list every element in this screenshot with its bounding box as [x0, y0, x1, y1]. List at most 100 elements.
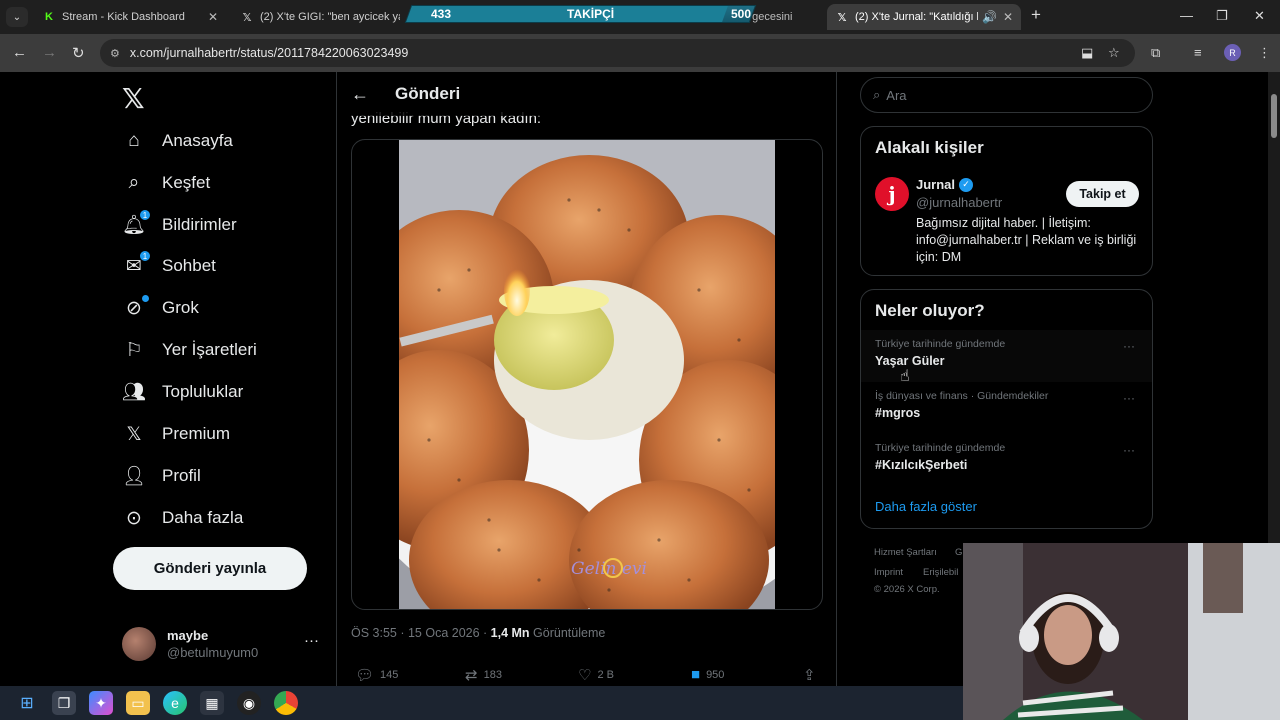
store-icon[interactable]: ▦: [200, 691, 224, 715]
bookmark-star-icon[interactable]: ☆: [1108, 45, 1120, 61]
bookmark-button[interactable]: ■ 950: [691, 666, 724, 683]
trend-context: İş dünyası ve finans · Gündemdekiler: [875, 390, 1049, 402]
sidebar-item-label: Daha fazla: [162, 508, 244, 527]
reply-count: 145: [380, 669, 399, 681]
more-icon[interactable]: ···: [1123, 391, 1135, 405]
reply-icon: 💬︎: [355, 667, 375, 684]
search-placeholder: Ara: [886, 87, 907, 103]
more-circle-icon: ⊙: [126, 507, 142, 529]
trends-card: Neler oluyor? Türkiye tarihinde gündemde…: [860, 289, 1153, 529]
follower-label: TAKİPÇİ: [567, 7, 615, 21]
footer-terms-link[interactable]: Hizmet Şartları: [874, 547, 937, 558]
related-account-name[interactable]: Jurnal ✓: [916, 177, 974, 192]
profile-avatar[interactable]: R: [1224, 44, 1241, 61]
sidebar-item-home[interactable]: ⌂ Anasayfa: [122, 123, 233, 159]
footer-imprint-link[interactable]: Imprint: [874, 567, 903, 578]
card-title: Alakalı kişiler: [875, 138, 984, 157]
avatar: [122, 627, 156, 661]
grok-dot: [142, 295, 149, 302]
heart-icon: ♡: [578, 667, 592, 684]
task-view-icon[interactable]: ❐: [52, 691, 76, 715]
more-icon[interactable]: ···: [1123, 443, 1135, 457]
trend-name: #mgros: [875, 406, 921, 420]
post-media[interactable]: Gelin evi: [351, 139, 823, 610]
tab-search-dropdown[interactable]: ⌄: [6, 7, 28, 27]
sidebar-item-profile[interactable]: 👤︎ Profil: [122, 458, 201, 494]
browser-tab-active[interactable]: 𝕏 (2) X'te Jurnal: "Katıldığı bir 🔊 ✕: [827, 4, 1021, 30]
chrome-icon[interactable]: [274, 691, 298, 715]
sidebar-item-chat[interactable]: ✉ 1 Sohbet: [122, 248, 216, 284]
extensions-icon[interactable]: ⧉: [1151, 45, 1160, 61]
x-icon: 𝕏: [837, 11, 847, 24]
new-tab-button[interactable]: +: [1031, 5, 1041, 25]
grok-icon: ⊘: [122, 295, 149, 320]
restore-icon[interactable]: ❐: [1216, 8, 1228, 24]
trend-context: Türkiye tarihinde gündemde: [875, 338, 1006, 350]
show-more-link[interactable]: Daha fazla göster: [875, 499, 977, 514]
sidebar-item-explore[interactable]: ⌕ Keşfet: [122, 165, 211, 201]
sidebar-item-premium[interactable]: 𝕏 Premium: [122, 416, 230, 452]
sidebar-item-notifications[interactable]: 🔔︎ 1 Bildirimler: [122, 207, 237, 243]
view-label: Görüntüleme: [529, 626, 606, 640]
back-arrow-icon[interactable]: ←: [351, 84, 369, 105]
obs-icon[interactable]: ◉: [237, 691, 261, 715]
back-icon[interactable]: ←: [12, 44, 27, 61]
browser-tab[interactable]: K Stream - Kick Dashboard ✕: [34, 4, 226, 30]
speaker-icon[interactable]: 🔊: [982, 10, 997, 24]
copilot-icon[interactable]: ✦: [89, 691, 113, 715]
close-window-icon[interactable]: ✕: [1254, 8, 1265, 24]
site-info-icon[interactable]: ⚙: [110, 47, 120, 60]
footer-link[interactable]: G: [955, 547, 962, 558]
follow-button[interactable]: Takip et: [1066, 181, 1139, 207]
sidebar-item-label: Anasayfa: [162, 131, 233, 150]
address-bar[interactable]: ⚙ x.com/jurnalhabertr/status/20117842200…: [100, 39, 1135, 67]
footer-accessibility-link[interactable]: Erişilebil: [923, 567, 958, 578]
search-icon: ⌕: [128, 172, 140, 193]
share-button[interactable]: ⇪: [803, 666, 822, 684]
minimize-icon[interactable]: —: [1180, 8, 1193, 23]
close-tab-icon[interactable]: ✕: [208, 10, 218, 24]
trend-name: Yaşar Güler: [875, 354, 945, 368]
account-name: Jurnal: [916, 177, 956, 192]
repost-button[interactable]: ⇄ 183: [465, 666, 502, 684]
forward-icon[interactable]: →: [42, 44, 57, 61]
sidebar-item-label: Profil: [162, 466, 201, 485]
search-input[interactable]: ⌕ Ara: [860, 77, 1153, 113]
sidebar-item-label: Keşfet: [162, 173, 211, 192]
file-explorer-icon[interactable]: ▭: [126, 691, 150, 715]
trend-name: #KızılcıkŞerbeti: [875, 458, 968, 472]
bookmark-icon: ⚐: [125, 339, 143, 361]
reload-icon[interactable]: ↻: [72, 44, 85, 62]
bookmark-count: 950: [706, 668, 725, 681]
like-button[interactable]: ♡ 2 B: [578, 666, 614, 684]
browser-tab-bar: ⌄ K Stream - Kick Dashboard ✕ 𝕏 (2) X'te…: [0, 0, 1280, 34]
sidebar-item-bookmarks[interactable]: ⚐ Yer İşaretleri: [122, 332, 256, 368]
avatar[interactable]: j: [875, 177, 909, 211]
menu-icon[interactable]: ⋮: [1258, 45, 1271, 61]
post-button[interactable]: Gönderi yayınla: [113, 547, 307, 590]
browser-tab[interactable]: 𝕏 (2) X'te GIGI: "ben aycicek yagı: [232, 4, 408, 30]
more-icon[interactable]: ···: [304, 632, 319, 649]
sidebar-item-more[interactable]: ⊙ Daha fazla: [122, 500, 243, 536]
sidebar-item-communities[interactable]: 👥︎ Topluluklar: [122, 374, 243, 410]
more-icon[interactable]: ···: [1123, 339, 1135, 353]
sidebar-item-grok[interactable]: ⊘ Grok: [122, 290, 199, 326]
account-switcher[interactable]: maybe @betulmuyum0 ···: [122, 626, 322, 666]
windows-start-icon[interactable]: ⊞: [15, 691, 39, 715]
related-account-bio: Bağımsız dijital haber. | İletişim: info…: [916, 216, 1137, 264]
trend-item[interactable]: Türkiye tarihinde gündemde #KızılcıkŞerb…: [861, 434, 1152, 486]
media-controls-icon[interactable]: ≡: [1194, 45, 1202, 60]
sidebar-item-label: Topluluklar: [162, 382, 244, 401]
install-app-icon[interactable]: ⬓: [1081, 45, 1093, 61]
communities-icon: 👥︎: [121, 382, 147, 403]
post-timestamp[interactable]: ÖS 3:55 · 15 Oca 2026 ·: [351, 626, 491, 640]
main-header: ← Gönderi: [337, 72, 836, 116]
edge-icon[interactable]: e: [163, 691, 187, 715]
x-logo-icon[interactable]: 𝕏: [122, 82, 145, 115]
verified-badge-icon: ✓: [959, 177, 974, 192]
reply-button[interactable]: 💬︎ 145: [355, 666, 398, 684]
trend-item[interactable]: İş dünyası ve finans · Gündemdekiler #mg…: [861, 382, 1152, 434]
close-tab-icon[interactable]: ✕: [1003, 10, 1013, 24]
sidebar-item-label: Grok: [162, 298, 199, 317]
scrollbar-thumb[interactable]: [1271, 94, 1277, 138]
